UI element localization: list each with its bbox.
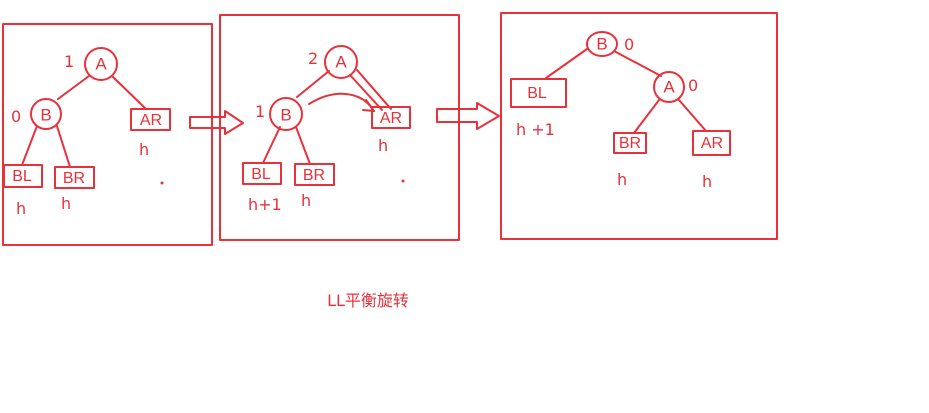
node-b-label: B [40, 105, 51, 124]
panel-3: B 0 A 0 BL h +1 BR h AR h [500, 12, 778, 240]
edge-b-bl [262, 126, 281, 164]
ll-rotation-diagram: A 1 B 0 AR h BL h BR h A 2 B 1 AR h BL h… [2, 12, 778, 310]
edge-a-ar [112, 76, 147, 110]
subtree-br-label: BR [619, 135, 641, 152]
stray-dot [401, 179, 405, 183]
edge-b-bl [21, 125, 38, 166]
edge-a-br [633, 99, 660, 134]
subtree-br-height: h [301, 191, 311, 210]
subtree-ar-label: AR [140, 112, 162, 129]
subtree-ar-height: h [702, 172, 712, 191]
edge-b-br [56, 125, 71, 168]
subtree-ar-height: h [378, 136, 388, 155]
subtree-br-height: h [617, 170, 627, 189]
node-b-label: B [596, 34, 607, 53]
edge-b-br [295, 126, 311, 165]
subtree-br-height: h [61, 194, 71, 213]
transition-arrow-1 [189, 110, 244, 135]
panel-1: A 1 B 0 AR h BL h BR h [2, 23, 213, 246]
node-a-label: A [663, 77, 675, 96]
subtree-ar-label: AR [380, 110, 402, 127]
subtree-br-label: BR [303, 167, 325, 184]
stray-dot [160, 181, 164, 185]
subtree-br-label: BR [63, 170, 85, 187]
subtree-ar-height: h [139, 140, 149, 159]
rotation-curve [308, 92, 373, 109]
edge-a-b [296, 70, 330, 98]
panel-2: A 2 B 1 AR h BL h+1 BR h [219, 14, 460, 241]
edge-a-b [57, 75, 90, 100]
subtree-bl-label: BL [12, 168, 32, 185]
edge-b-a [613, 50, 662, 77]
subtree-ar-label: AR [701, 135, 723, 152]
node-b-label: B [280, 105, 291, 124]
transition-arrow-2 [436, 102, 500, 130]
node-a-balance: 2 [308, 49, 318, 68]
edge-b-bl [545, 48, 588, 79]
subtree-bl-height: h +1 [516, 120, 555, 139]
node-a-label: A [95, 54, 107, 73]
node-b-balance: 1 [255, 102, 265, 121]
diagram-caption: LL平衡旋转 [327, 291, 409, 310]
node-b-balance: 0 [11, 107, 21, 126]
subtree-bl-height: h [16, 199, 26, 218]
node-a-label: A [335, 52, 347, 71]
edge-a-ar [678, 99, 707, 132]
subtree-bl-label: BL [527, 85, 547, 102]
node-a-balance: 0 [688, 76, 698, 95]
node-a-balance: 1 [64, 52, 74, 71]
subtree-bl-label: BL [251, 166, 271, 183]
subtree-bl-height: h+1 [248, 195, 282, 214]
node-b-balance: 0 [624, 35, 634, 54]
